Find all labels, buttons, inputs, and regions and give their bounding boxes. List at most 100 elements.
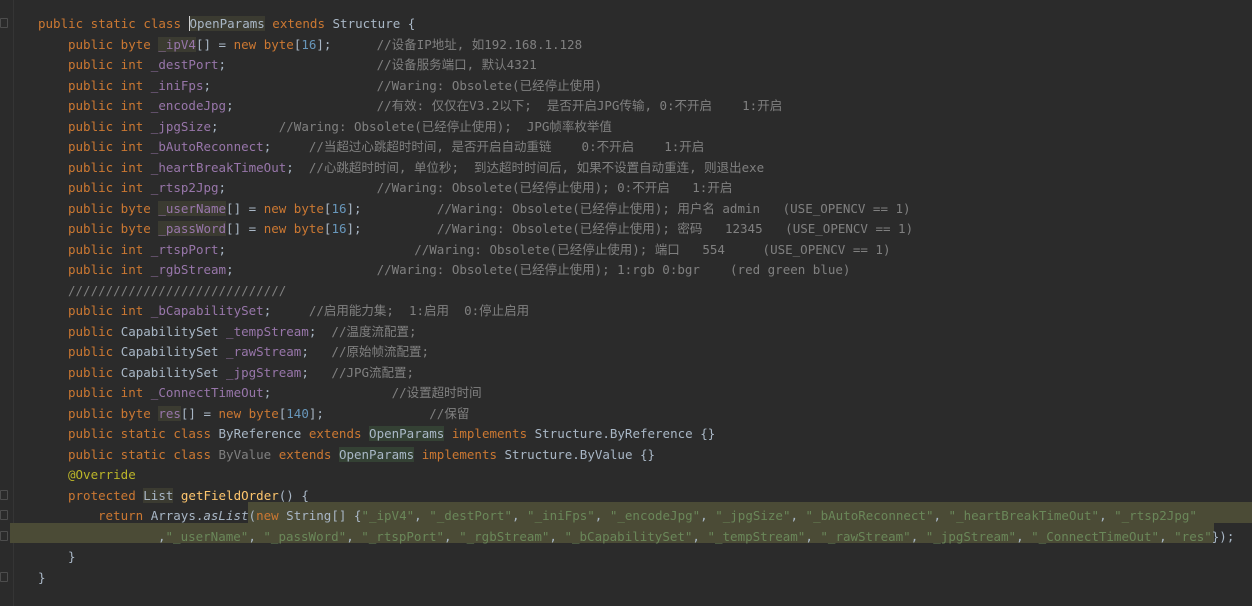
code-token: public int (68, 385, 151, 400)
code-token: public int (68, 57, 151, 72)
code-line[interactable]: public CapabilitySet _jpgStream; //JPG流配… (68, 363, 414, 384)
fold-marker-icon[interactable] (0, 571, 8, 582)
code-line[interactable]: @Override (68, 465, 136, 486)
code-line[interactable]: public int _jpgSize; //Waring: Obsolete(… (68, 117, 612, 138)
code-token: //设备服务端口, 默认4321 (226, 57, 537, 72)
code-token: public byte (68, 200, 159, 216)
code-token: , (511, 508, 528, 523)
code-line[interactable]: public byte _ipV4[] = new byte[16]; //设备… (68, 35, 582, 56)
code-token: public static class (68, 446, 219, 462)
code-token: //设置超时时间 (271, 385, 482, 400)
code-token: _tempStream (226, 323, 309, 339)
code-token: , (805, 528, 821, 544)
code-line[interactable]: public CapabilitySet _rawStream; //原始帧流配… (68, 342, 429, 363)
code-token: public int (68, 98, 151, 113)
code-token: Structure { (332, 16, 416, 31)
code-token: //Waring: Obsolete(已经停止使用); 用户名 admin (U… (361, 200, 911, 216)
code-line[interactable]: } (38, 568, 46, 589)
code-token: //温度流配置; (316, 323, 417, 339)
code-line[interactable]: protected List getFieldOrder() { (68, 486, 309, 507)
code-token: , (549, 528, 565, 544)
code-token: _encodeJpg (150, 98, 227, 113)
code-token: public int (68, 159, 151, 175)
code-line[interactable]: public int _bAutoReconnect; //当超过心跳超时时间,… (68, 137, 704, 158)
code-token: , (692, 528, 708, 544)
code-token: _bAutoReconnect (150, 139, 264, 154)
fold-marker-icon[interactable] (0, 530, 8, 541)
code-line[interactable]: public static class ByValue extends Open… (68, 445, 655, 466)
code-line[interactable]: public int _encodeJpg; //有效: 仅仅在V3.2以下; … (68, 96, 782, 117)
code-token: "_iniFps" (527, 508, 595, 523)
code-token: _passWord (158, 221, 227, 236)
code-token: _destPort (150, 57, 219, 72)
code-line[interactable]: } (68, 547, 76, 568)
code-token: _rtspPort (150, 241, 219, 257)
code-editor[interactable]: public static class OpenParams extends S… (0, 0, 1252, 606)
code-token: "_ipV4" (361, 508, 415, 523)
code-token: ; (203, 77, 212, 93)
code-token: CapabilitySet (120, 344, 227, 359)
code-token: //保留 (323, 405, 470, 421)
code-line[interactable]: public byte _passWord[] = new byte[16]; … (68, 219, 913, 240)
code-token: }); (1211, 528, 1235, 544)
code-token: getFieldOrder (180, 487, 279, 503)
code-token: OpenParams (338, 446, 415, 462)
code-token: ///////////////////////////// (68, 282, 287, 298)
code-line[interactable]: public byte _userName[] = new byte[16]; … (68, 199, 911, 220)
code-token: public static class (38, 16, 189, 31)
code-token: //Waring: Obsolete(已经停止使用); 端口 554 (USE_… (226, 241, 891, 257)
code-line[interactable]: public static class OpenParams extends S… (38, 14, 415, 35)
code-line[interactable]: ///////////////////////////// (68, 281, 286, 302)
code-token: new (263, 221, 294, 236)
code-token: //Waring: Obsolete(已经停止使用); 0:不开启 1:开启 (226, 180, 733, 195)
fold-marker-icon[interactable] (0, 489, 8, 500)
code-token: ]; (346, 200, 362, 216)
code-line[interactable]: public static class ByReference extends … (68, 424, 715, 445)
code-token: () { (278, 487, 309, 503)
code-line[interactable]: public int _rgbStream; //Waring: Obsolet… (68, 260, 850, 281)
code-line[interactable]: public int _ConnectTimeOut; //设置超时时间 (68, 383, 482, 404)
code-token: , (1099, 508, 1115, 523)
code-token: , (594, 508, 610, 523)
code-token: public byte (68, 405, 159, 421)
code-token: byte (293, 221, 324, 236)
code-token: ; (286, 159, 294, 175)
code-token: 16 (301, 36, 317, 52)
code-token: Structure.ByValue {} (504, 446, 656, 462)
code-token: 16 (331, 221, 347, 236)
code-token: //Waring: Obsolete(已经停止使用) (211, 77, 603, 93)
code-line[interactable]: public CapabilitySet _tempStream; //温度流配… (68, 322, 417, 343)
code-line[interactable]: public int _rtsp2Jpg; //Waring: Obsolete… (68, 178, 732, 199)
code-token: ByValue (218, 446, 279, 462)
code-token: _jpgStream (226, 364, 302, 380)
code-line[interactable]: public int _heartBreakTimeOut; //心跳超时时间,… (68, 158, 764, 179)
code-token: ByReference (218, 426, 309, 441)
code-line[interactable]: ,"_userName", "_passWord", "_rtspPort", … (158, 527, 1234, 548)
code-line[interactable]: return Arrays.asList(new String[] {"_ipV… (98, 506, 1197, 527)
code-token: implements (414, 446, 505, 462)
code-line[interactable]: public int _bCapabilitySet; //启用能力集; 1:启… (68, 301, 529, 322)
code-line[interactable]: public int _destPort; //设备服务端口, 默认4321 (68, 55, 537, 76)
code-token: _jpgSize (150, 118, 212, 134)
fold-marker-icon[interactable] (0, 18, 8, 28)
code-token: res (158, 405, 181, 421)
code-token: //Waring: Obsolete(已经停止使用); 1:rgb 0:bgr … (233, 262, 851, 277)
code-token: _iniFps (150, 77, 204, 93)
code-token: [] = (180, 405, 219, 421)
code-token: "res" (1174, 528, 1212, 544)
code-token: //心跳超时时间, 单位秒; 到达超时时间后, 如果不设置自动重连, 则退出ex… (293, 159, 765, 175)
code-token: , (414, 508, 430, 523)
code-token: , (158, 528, 166, 544)
code-line[interactable]: public int _iniFps; //Waring: Obsolete(已… (68, 76, 602, 97)
code-token: , (248, 528, 264, 544)
code-line[interactable]: public int _rtspPort; //Waring: Obsolete… (68, 240, 891, 261)
code-line[interactable]: public byte res[] = new byte[140]; //保留 (68, 404, 469, 425)
code-token: List (143, 487, 174, 503)
code-token: , (444, 528, 460, 544)
code-token: ]; (316, 36, 332, 52)
code-token: //Waring: Obsolete(已经停止使用); 密码 12345 (US… (361, 221, 914, 236)
code-token: "_jpgStream" (925, 528, 1017, 544)
fold-marker-icon[interactable] (0, 510, 8, 520)
code-token: extends (278, 446, 339, 462)
